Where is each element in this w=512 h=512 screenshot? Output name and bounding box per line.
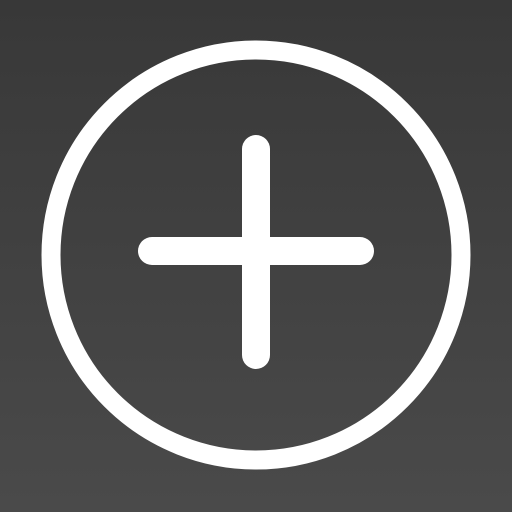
add-app-icon[interactable] <box>0 0 512 512</box>
add-circle-icon[interactable] <box>0 0 512 512</box>
